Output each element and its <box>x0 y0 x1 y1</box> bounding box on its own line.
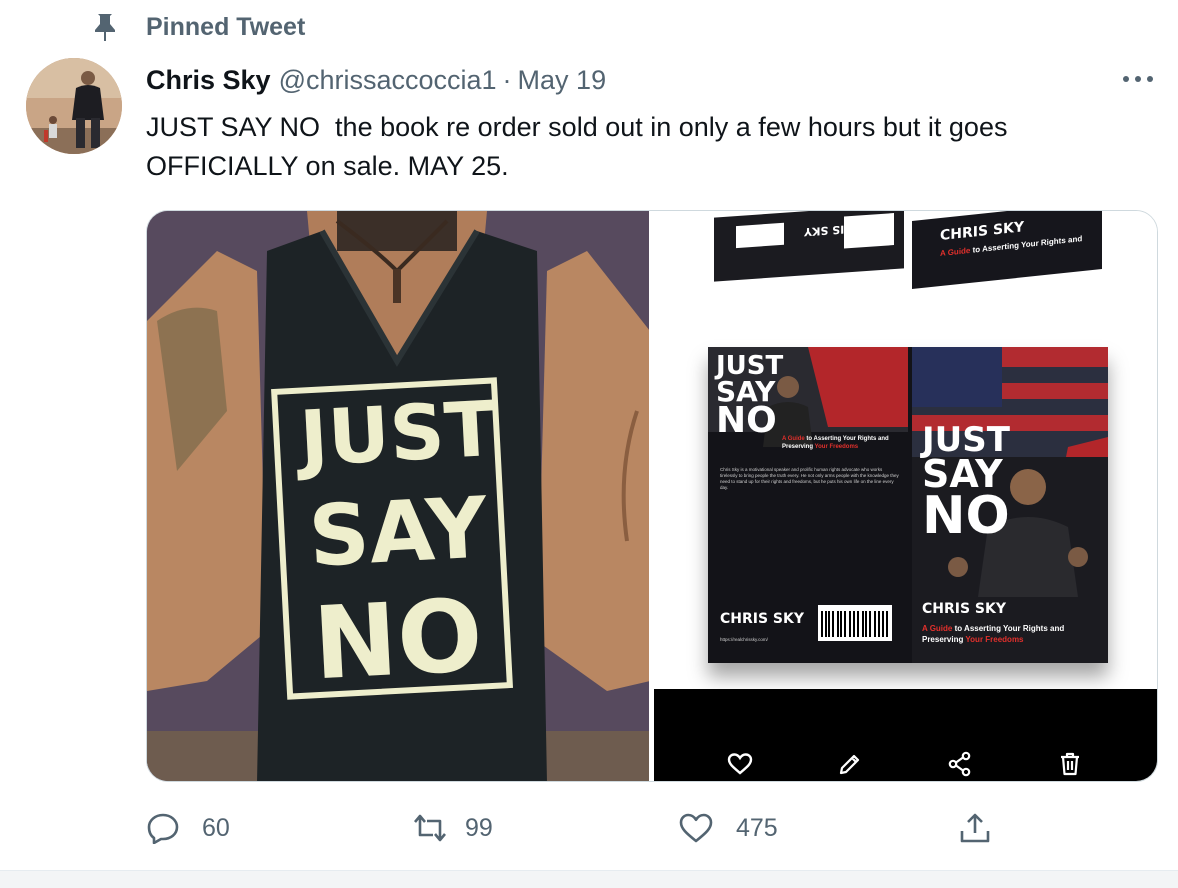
pinned-tweet-header: Pinned Tweet <box>92 10 305 44</box>
photo-book-cover[interactable]: CHRIS SKY CHRIS SKY A Guide to Asserting… <box>653 211 1157 781</box>
front-cover-title-line-1: JUST <box>921 420 1010 460</box>
separator-dot: · <box>502 64 512 95</box>
media-edit-button[interactable] <box>830 747 870 781</box>
feed-divider <box>0 870 1178 888</box>
book-front-top: CHRIS SKY A Guide to Asserting Your Righ… <box>911 211 1102 289</box>
tweet-header: Chris Sky @chrissaccoccia1 · May 19 <box>146 62 606 98</box>
photo-tank-top[interactable]: JUST SAY NO <box>147 211 649 781</box>
media-toolbar <box>653 689 1157 781</box>
heart-outline-icon <box>727 753 753 775</box>
share-upload-icon <box>960 813 990 843</box>
pencil-icon <box>839 754 860 775</box>
share-button[interactable] <box>958 806 992 850</box>
like-button[interactable]: 475 <box>678 806 778 850</box>
like-count: 475 <box>736 813 778 842</box>
book-open-spread: JUST SAY NO A Guide to Asserting Your Ri… <box>707 347 1108 663</box>
heart-icon <box>679 813 713 843</box>
tweet-action-bar: 60 99 475 <box>146 806 1158 850</box>
front-cover-author: CHRIS SKY <box>921 601 1006 617</box>
tweet-text: JUST SAY NO the book re order sold out i… <box>146 112 1015 181</box>
reply-icon <box>147 813 179 844</box>
back-cover-website: https://realchrissky.com/ <box>719 637 768 642</box>
trash-icon <box>1060 752 1079 776</box>
avatar[interactable] <box>26 58 122 154</box>
front-cover-subtitle: A Guide to Asserting Your Rights and Pre… <box>921 624 1065 644</box>
tweet-media[interactable]: JUST SAY NO CHRIS SKY CHRIS SKY A Guide … <box>146 210 1158 782</box>
back-cover-title-line-3: NO <box>715 400 777 441</box>
media-delete-button[interactable] <box>1050 747 1090 781</box>
front-cover-title-line-3: NO <box>921 486 1010 546</box>
share-nodes-icon <box>948 751 971 777</box>
author-handle[interactable]: @chrissaccoccia1 <box>279 65 497 96</box>
more-icon <box>1123 76 1153 82</box>
pin-icon <box>92 12 118 42</box>
retweet-icon <box>414 814 446 842</box>
media-share-button[interactable] <box>940 747 980 781</box>
author-name[interactable]: Chris Sky <box>146 65 271 96</box>
back-cover-blurb: Chris Sky is a motivational speaker and … <box>719 467 899 490</box>
back-cover-subtitle: A Guide to Asserting Your Rights and Pre… <box>781 436 889 450</box>
book-back-top: CHRIS SKY <box>713 211 904 282</box>
reply-button[interactable]: 60 <box>146 806 230 850</box>
tweet-date[interactable]: May 19 <box>518 65 607 96</box>
reply-count: 60 <box>202 813 230 842</box>
more-options-button[interactable] <box>1118 64 1158 94</box>
pinned-label: Pinned Tweet <box>146 12 306 41</box>
retweet-count: 99 <box>465 813 493 842</box>
media-like-button[interactable] <box>720 747 760 781</box>
retweet-button[interactable]: 99 <box>411 806 493 850</box>
back-cover-author: CHRIS SKY <box>719 611 804 627</box>
